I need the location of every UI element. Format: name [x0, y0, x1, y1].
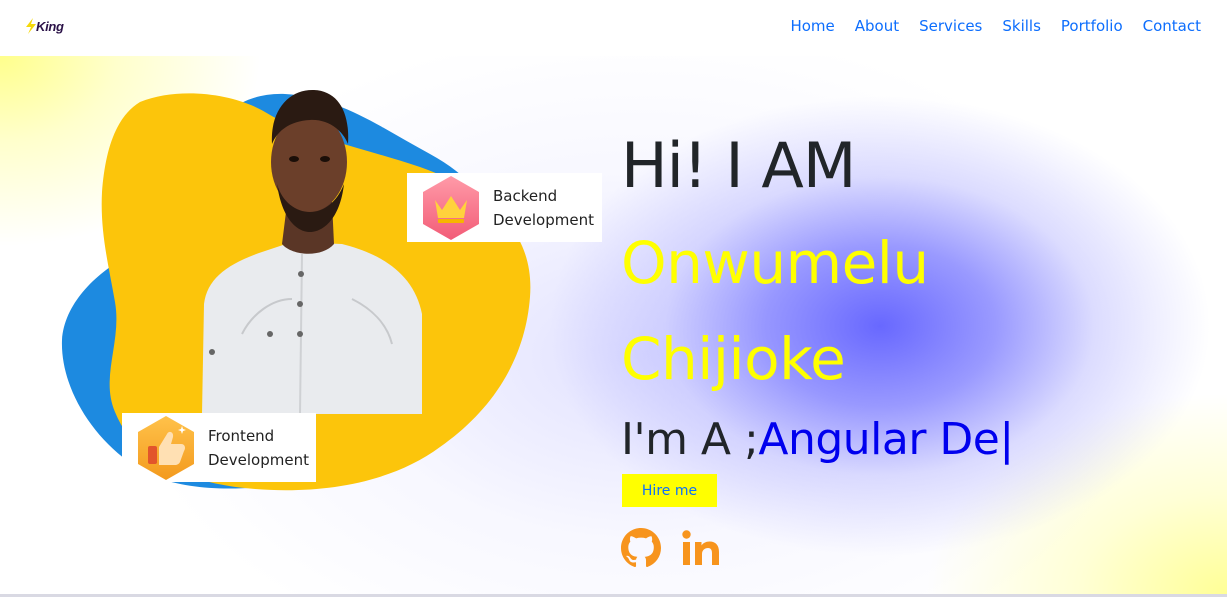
role-typed-text: Angular De [758, 414, 1000, 465]
typing-cursor: | [999, 414, 1014, 465]
nav-skills-link[interactable]: Skills [1002, 16, 1041, 36]
backend-badge-line1: Backend [493, 186, 558, 205]
greeting-heading: Hi! I AM [621, 129, 856, 202]
hire-me-button[interactable]: Hire me [622, 474, 717, 507]
role-prefix: I'm A ; [621, 414, 759, 465]
social-links [621, 528, 721, 568]
nav-home-link[interactable]: Home [790, 16, 834, 36]
backend-development-badge: Backend Development [407, 173, 602, 242]
nav-about-link[interactable]: About [855, 16, 899, 36]
backend-badge-label: Backend Development [493, 184, 602, 232]
last-name: Chijioke [621, 325, 846, 393]
brand-logo[interactable]: King [24, 16, 64, 36]
nav-contact-link[interactable]: Contact [1143, 16, 1201, 36]
frontend-development-badge: Frontend Development [122, 413, 316, 482]
frontend-badge-line2: Development [208, 450, 309, 469]
backend-badge-line2: Development [493, 210, 594, 229]
role-typewriter: I'm A ;Angular De| [621, 410, 1014, 470]
crown-icon [423, 175, 479, 240]
nav-services-link[interactable]: Services [919, 16, 982, 36]
nav-menu: Home About Services Skills Portfolio Con… [790, 16, 1201, 36]
frontend-badge-line1: Frontend [208, 426, 275, 445]
github-icon[interactable] [621, 528, 661, 568]
navbar: King Home About Services Skills Portfoli… [0, 0, 1227, 56]
frontend-badge-label: Frontend Development [208, 424, 316, 472]
brand-name: King [36, 18, 64, 34]
profile-photo [202, 89, 422, 414]
linkedin-icon[interactable] [681, 528, 721, 568]
first-name: Onwumelu [621, 229, 929, 297]
thumbs-up-icon [138, 415, 194, 480]
nav-portfolio-link[interactable]: Portfolio [1061, 16, 1123, 36]
